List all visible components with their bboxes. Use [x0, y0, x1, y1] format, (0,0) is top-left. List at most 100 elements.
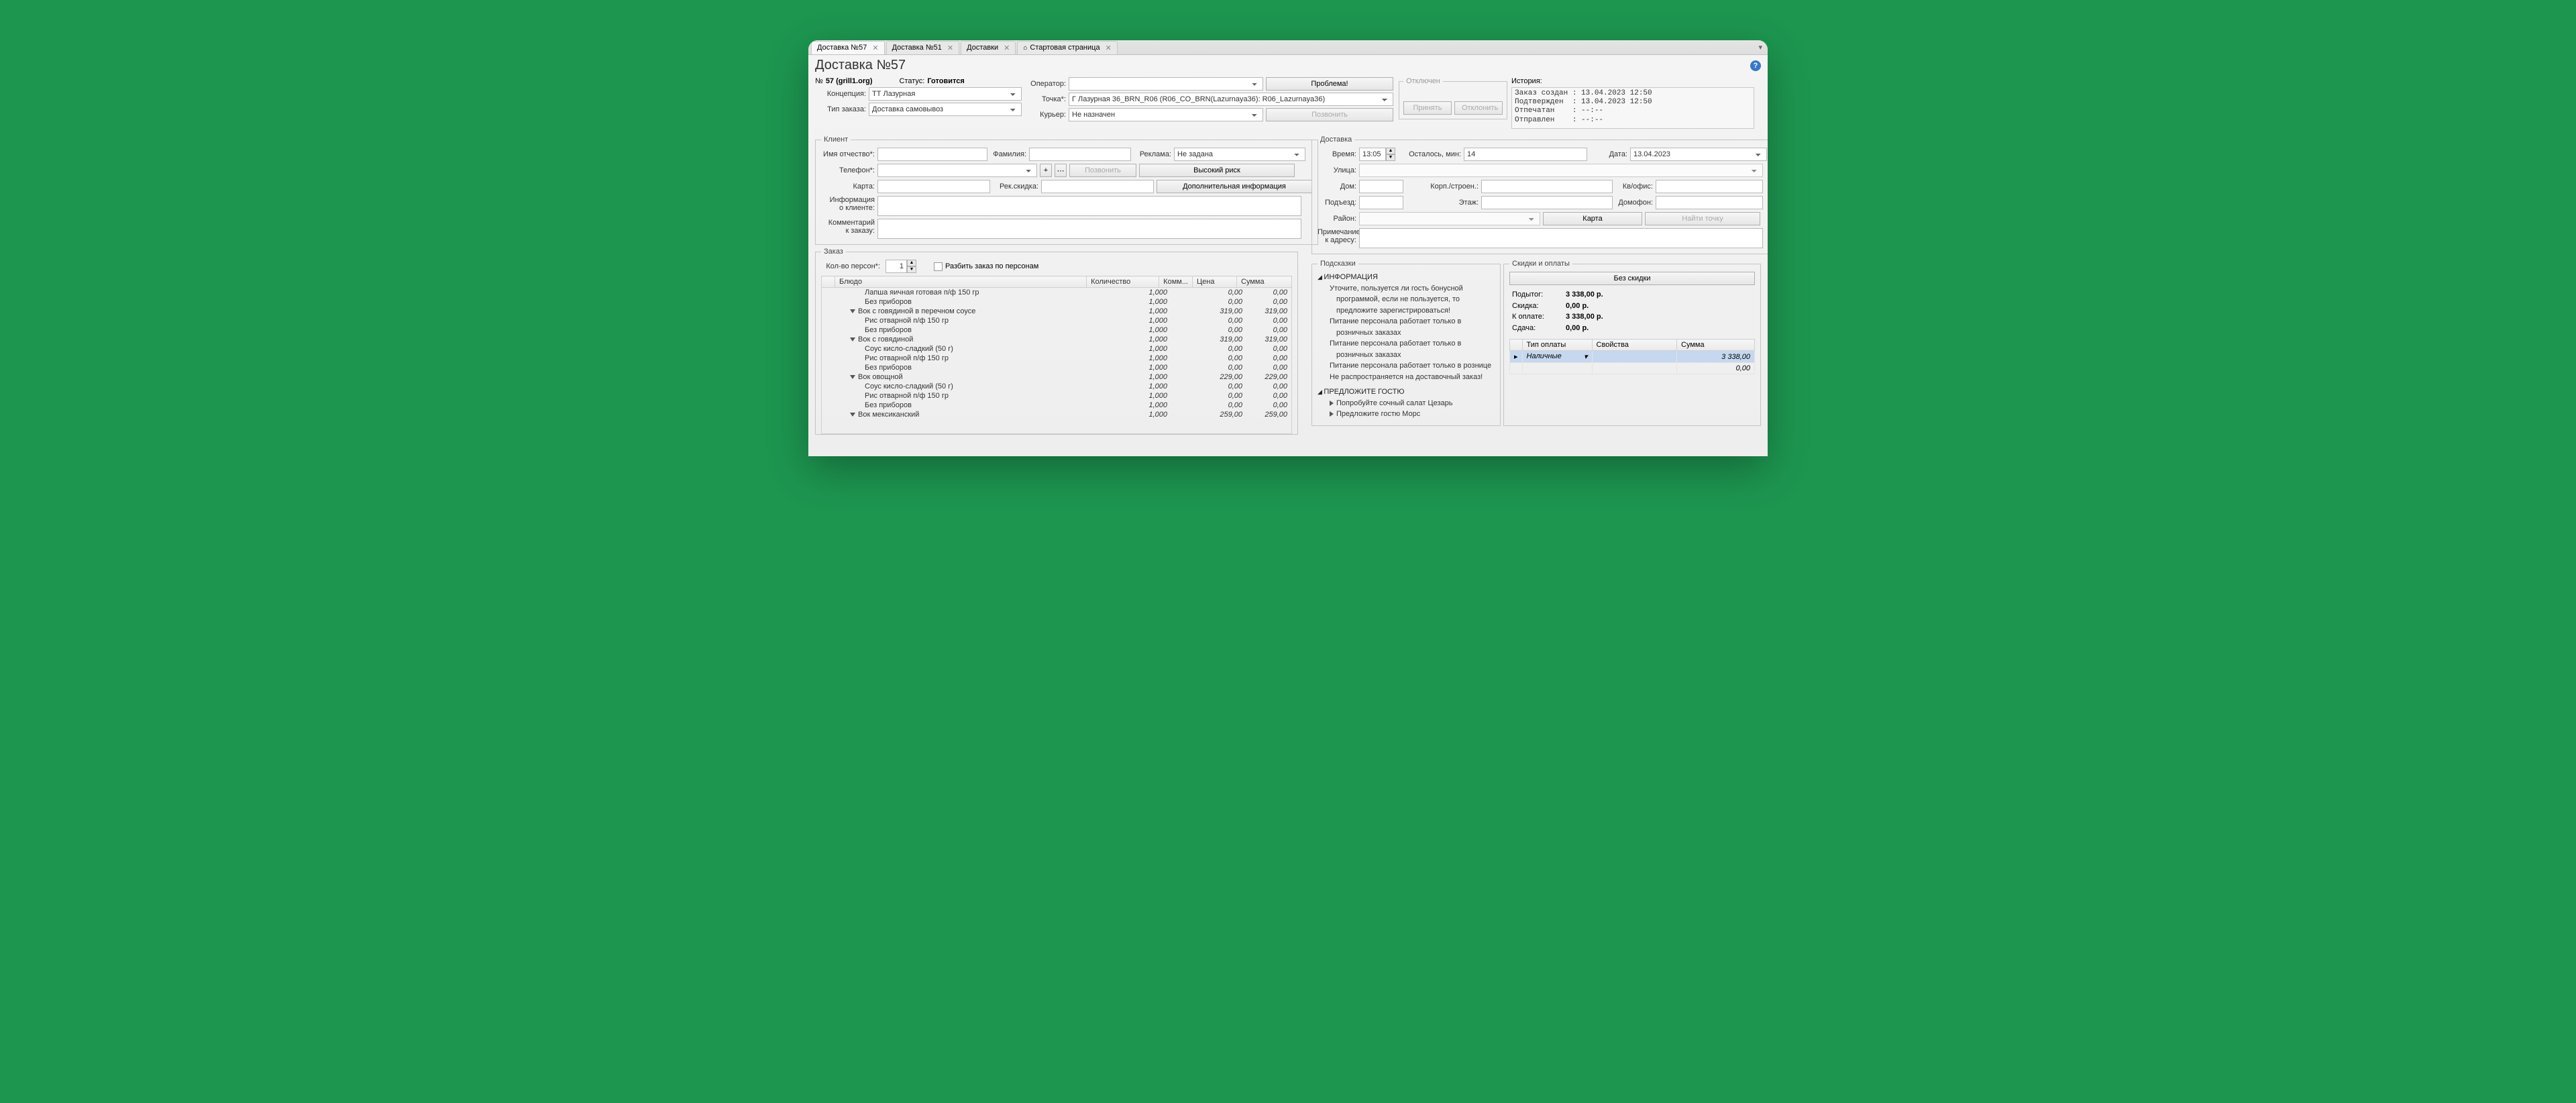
time-up[interactable]: ▲ — [1386, 148, 1395, 154]
hints-offer-header[interactable]: ПРЕДЛОЖИТЕ ГОСТЮ — [1318, 386, 1495, 398]
extra-info-button[interactable]: Дополнительная информация — [1157, 180, 1312, 193]
table-row[interactable]: Без приборов1,0000,000,00 — [822, 325, 1291, 335]
tab-deliveries[interactable]: Доставки ✕ — [961, 41, 1016, 54]
pay-col-type[interactable]: Тип оплаты — [1522, 339, 1592, 351]
col-sum[interactable]: Сумма — [1237, 276, 1292, 288]
payments-table[interactable]: Тип оплаты Свойства Сумма ▸Наличные ▾3 3… — [1509, 339, 1755, 374]
list-item[interactable]: Не распространяется на доставочный заказ… — [1318, 372, 1495, 383]
tabs-overflow-icon[interactable]: ▾ — [1758, 43, 1762, 52]
col-price[interactable]: Цена — [1193, 276, 1237, 288]
table-row[interactable]: Без приборов1,0000,000,00 — [822, 363, 1291, 372]
help-icon[interactable]: ? — [1750, 60, 1761, 71]
persons-up-button[interactable]: ▲ — [907, 260, 916, 266]
list-item[interactable]: Предложите гостю Морс — [1318, 409, 1495, 420]
hints-offer-group[interactable]: ПРЕДЛОЖИТЕ ГОСТЮ Попробуйте сочный салат… — [1318, 386, 1495, 420]
close-icon[interactable]: ✕ — [1004, 44, 1010, 52]
list-item[interactable]: Уточите, пользуется ли гость бонусной пр… — [1318, 283, 1495, 317]
table-row[interactable]: 0,00 — [1510, 363, 1755, 374]
call-courier-button[interactable]: Позвонить — [1266, 108, 1393, 121]
persons-input[interactable] — [885, 260, 907, 273]
pay-col-marker[interactable] — [1510, 339, 1523, 351]
time-down[interactable]: ▼ — [1386, 154, 1395, 161]
nodiscount-button[interactable]: Без скидки — [1509, 272, 1755, 285]
table-row[interactable]: Соус кисло-сладкий (50 г)1,0000,000,00 — [822, 344, 1291, 354]
tab-start[interactable]: ⌂ Стартовая страница ✕ — [1017, 41, 1117, 54]
tab-delivery-57[interactable]: Доставка №57 ✕ — [811, 41, 885, 54]
concept-select[interactable]: ТТ Лазурная — [869, 87, 1022, 101]
operator-select[interactable] — [1069, 77, 1263, 91]
add-phone-button[interactable]: + — [1040, 164, 1052, 177]
close-icon[interactable]: ✕ — [1106, 44, 1112, 52]
comment-textarea[interactable] — [877, 219, 1301, 239]
discount-input[interactable] — [1041, 180, 1154, 193]
name-input[interactable] — [877, 148, 987, 161]
split-label: Разбить заказ по персонам — [945, 262, 1038, 270]
hints-info-group[interactable]: ИНФОРМАЦИЯ Уточите, пользуется ли гость … — [1318, 272, 1495, 382]
korp-input[interactable] — [1481, 180, 1613, 193]
table-row[interactable]: Соус кисло-сладкий (50 г)1,0000,000,00 — [822, 382, 1291, 391]
street-label: Улица: — [1318, 166, 1356, 174]
reject-button[interactable]: Отклонить — [1454, 101, 1503, 115]
close-icon[interactable]: ✕ — [947, 44, 953, 52]
date-select[interactable]: 13.04.2023 — [1630, 148, 1767, 161]
pay-col-props[interactable]: Свойства — [1592, 339, 1676, 351]
close-icon[interactable]: ✕ — [872, 44, 878, 52]
pay-col-sum[interactable]: Сумма — [1677, 339, 1755, 351]
order-rows-scroll[interactable]: Лапша яичная готовая п/ф 150 гр1,0000,00… — [821, 288, 1292, 434]
table-row[interactable]: Рис отварной п/ф 150 гр1,0000,000,00 — [822, 316, 1291, 325]
surname-input[interactable] — [1029, 148, 1131, 161]
map-button[interactable]: Карта — [1543, 212, 1642, 225]
table-row[interactable]: Рис отварной п/ф 150 гр1,0000,000,00 — [822, 391, 1291, 401]
floor-input[interactable] — [1481, 196, 1613, 209]
table-row[interactable]: Вок овощной1,000229,00229,00 — [822, 372, 1291, 382]
problem-button[interactable]: Проблема! — [1266, 77, 1393, 91]
call-client-button[interactable]: Позвонить — [1069, 164, 1136, 177]
findpoint-button[interactable]: Найти точку — [1645, 212, 1760, 225]
card-input[interactable] — [877, 180, 990, 193]
col-expand[interactable] — [822, 276, 835, 288]
courier-select[interactable]: Не назначен — [1069, 108, 1263, 121]
tab-delivery-51[interactable]: Доставка №51 ✕ — [886, 41, 960, 54]
addrnote-textarea[interactable] — [1359, 228, 1763, 248]
ad-select[interactable]: Не задана — [1174, 148, 1305, 161]
table-row[interactable]: Вок с говядиной1,000319,00319,00 — [822, 335, 1291, 344]
list-item[interactable]: Питание персонала работает только в розн… — [1318, 316, 1495, 338]
date-label: Дата: — [1590, 150, 1627, 158]
district-select[interactable] — [1359, 212, 1540, 225]
clientinfo-label: Информация о клиенте: — [821, 196, 875, 212]
high-risk-button[interactable]: Высокий риск — [1139, 164, 1295, 177]
table-row[interactable]: Без приборов1,0000,000,00 — [822, 297, 1291, 307]
col-dish[interactable]: Блюдо — [835, 276, 1087, 288]
table-row[interactable]: Рис отварной п/ф 150 гр1,0000,000,00 — [822, 354, 1291, 363]
clientinfo-textarea[interactable] — [877, 196, 1301, 216]
phone-more-button[interactable]: ⋯ — [1055, 164, 1067, 177]
time-input[interactable] — [1359, 148, 1386, 161]
split-checkbox[interactable] — [934, 262, 943, 271]
list-item[interactable]: Питание персонала работает только в розн… — [1318, 338, 1495, 360]
entrance-input[interactable] — [1359, 196, 1403, 209]
phone-select[interactable] — [877, 164, 1037, 177]
list-item[interactable]: Питание персонала работает только в розн… — [1318, 360, 1495, 372]
ordertype-select[interactable]: Доставка самовывоз — [869, 103, 1022, 116]
street-select[interactable] — [1359, 164, 1763, 177]
domofon-input[interactable] — [1656, 196, 1763, 209]
list-item[interactable]: Попробуйте сочный салат Цезарь — [1318, 398, 1495, 409]
col-qty[interactable]: Количество — [1087, 276, 1159, 288]
accept-button[interactable]: Принять — [1403, 101, 1452, 115]
flat-input[interactable] — [1656, 180, 1763, 193]
remain-input[interactable] — [1464, 148, 1587, 161]
persons-down-button[interactable]: ▼ — [907, 266, 916, 273]
table-row[interactable]: ▸Наличные ▾3 338,00 — [1510, 351, 1755, 363]
history-log[interactable]: Заказ создан : 13.04.2023 12:50 Подтверж… — [1511, 87, 1754, 129]
table-row[interactable]: Вок мексиканский1,000259,00259,00 — [822, 410, 1291, 419]
table-row[interactable]: Лапша яичная готовая п/ф 150 гр1,0000,00… — [822, 288, 1291, 297]
hints-tree[interactable]: ИНФОРМАЦИЯ Уточите, пользуется ли гость … — [1318, 272, 1495, 420]
house-input[interactable] — [1359, 180, 1403, 193]
table-row[interactable]: Без приборов1,0000,000,00 — [822, 401, 1291, 410]
point-select[interactable]: Г Лазурная 36_BRN_R06 (R06_CO_BRN(Lazurn… — [1069, 93, 1393, 106]
table-row[interactable]: Вок с говядиной в перечном соусе1,000319… — [822, 307, 1291, 316]
hints-info-header[interactable]: ИНФОРМАЦИЯ — [1318, 272, 1495, 283]
ordertype-label: Тип заказа: — [815, 105, 866, 113]
col-comm[interactable]: Комм... — [1159, 276, 1193, 288]
discountp-value: 0,00 р. — [1566, 301, 1589, 312]
